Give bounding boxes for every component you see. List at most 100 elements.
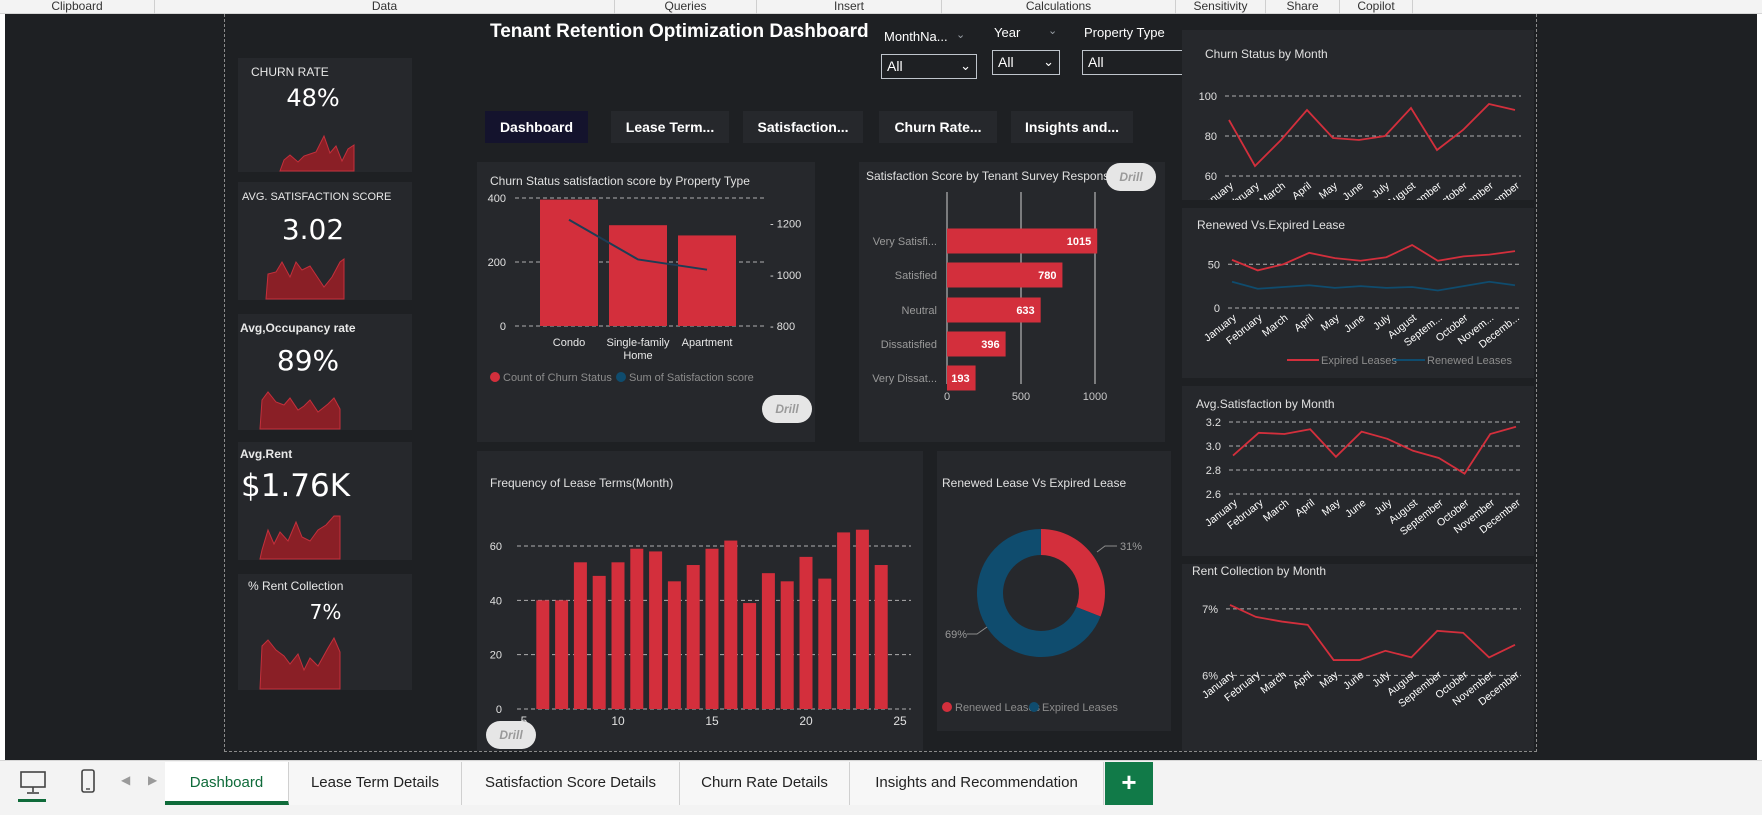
scroll-right-icon[interactable]: ▶ [148, 773, 157, 787]
data-label: 31% [1120, 541, 1142, 553]
sheet-tab-lease-term-details[interactable]: Lease Term Details [289, 762, 462, 805]
slicer-year-chevron-icon[interactable]: ⌄ [1048, 24, 1057, 37]
bar-lease-term [818, 578, 832, 709]
bar-lease-term [555, 600, 569, 709]
legend-label: Count of Churn Status [503, 372, 612, 384]
x-axis-tick-label: 25 [893, 714, 907, 728]
slicer-property-type-label: Property Type [1084, 25, 1165, 40]
data-label: 69% [945, 629, 967, 641]
bar-lease-term [686, 565, 700, 709]
bar-data-label: 780 [1038, 270, 1056, 282]
drill-button[interactable]: Drill [762, 395, 812, 423]
ribbon-group-share[interactable]: Share [1266, 0, 1340, 14]
kpi-card-rent-collection: % Rent Collection 7% [238, 574, 412, 690]
legend-label: Expired Leases [1321, 355, 1397, 367]
y-axis-tick-label: 0 [496, 704, 502, 716]
bar-lease-term [874, 565, 888, 709]
chart-survey-response: 0 500 1000 Very Satisfi... 1015 Satisfied 780 N… [872, 192, 1107, 403]
sheet-tab-satisfaction-score-details[interactable]: Satisfaction Score Details [462, 762, 680, 805]
bar-data-label: 193 [951, 373, 969, 385]
kpi-sparkline [265, 258, 345, 300]
x-axis-tick-label: Single-family [607, 337, 670, 349]
donut-slice-renewed [1041, 529, 1105, 617]
nav-button-lease-term[interactable]: Lease Term... [611, 111, 729, 143]
desktop-view-icon[interactable] [18, 769, 48, 799]
x-axis-tick-label: April [1290, 180, 1314, 200]
dropdown-chevron-icon: ⌄ [1043, 54, 1054, 69]
x-axis-tick-label: 500 [1012, 391, 1030, 403]
bar-data-label: 633 [1016, 305, 1034, 317]
chart-renewed-vs-expired: 500JanuaryFebruaryMarch April May June JulyA… [1202, 243, 1522, 367]
bar-lease-term [667, 581, 681, 709]
sheet-tab-insights-and-recommendation[interactable]: Insights and Recommendation [850, 762, 1104, 805]
bar-lease-term [724, 540, 738, 709]
chart-panel-renewed-vs-expired: Renewed Vs.Expired Lease 50 0 January Febru… [1182, 208, 1534, 378]
y-axis-tick-label: 50 [1208, 259, 1220, 271]
sheet-tab-dashboard[interactable]: Dashboard [165, 762, 289, 805]
ribbon-group-copilot[interactable]: Copilot [1340, 0, 1413, 14]
sheet-tab-churn-rate-details[interactable]: Churn Rate Details [680, 762, 850, 805]
slicer-month-dropdown[interactable]: All ⌄ [881, 54, 977, 79]
bar-churn-count [540, 199, 598, 326]
chart-churn-by-month: 1008060JanuaryFebruaryMarch April May June J… [1199, 91, 1523, 200]
bar-data-label: 1015 [1067, 236, 1091, 248]
kpi-card-avg-satisfaction: AVG. SATISFACTION SCORE 3.02 [238, 182, 412, 300]
bar-lease-term [573, 562, 587, 709]
x-axis-tick-label: June [1342, 312, 1367, 336]
x-axis-tick-label: June [1341, 669, 1366, 693]
desktop-view-underline [18, 799, 46, 802]
nav-button-churn-rate[interactable]: Churn Rate... [879, 111, 997, 143]
bar-lease-term [592, 575, 606, 709]
dropdown-chevron-icon: ⌄ [960, 58, 971, 73]
ribbon-group-labels: Clipboard Data Queries Insert Calculatio… [0, 0, 1762, 14]
scroll-left-icon[interactable]: ◀ [121, 773, 130, 787]
x-axis-tick-label: March [1257, 180, 1288, 200]
mobile-view-icon[interactable] [77, 767, 99, 797]
slicer-month-chevron-icon[interactable]: ⌄ [956, 28, 965, 41]
x-axis-tick-label: Apartment [682, 337, 733, 349]
y-axis-tick-label: 100 [1199, 91, 1217, 103]
nav-button-insights[interactable]: Insights and... [1011, 111, 1133, 143]
data-label-leader [1096, 545, 1117, 553]
bar-lease-term [536, 600, 550, 709]
chart-lease-terms: 6040200510152025 [490, 529, 911, 728]
x-axis-tick-label: Home [623, 350, 652, 362]
x-axis-tick-label: May [1317, 179, 1341, 200]
bar-lease-term [837, 532, 851, 709]
legend-label: Renewed Leases [955, 702, 1041, 714]
y-axis-tick-label: 7% [1202, 604, 1218, 616]
y-axis-tick-label: 3.2 [1206, 417, 1221, 429]
bar-churn-count [678, 235, 736, 326]
bar-lease-term [630, 548, 644, 709]
slicer-year-dropdown[interactable]: All ⌄ [992, 50, 1060, 75]
x-axis-tick-label: 20 [799, 714, 813, 728]
legend-swatch [1029, 702, 1039, 712]
report-page: Tenant Retention Optimization Dashboard … [224, 14, 1537, 752]
drill-button[interactable]: Drill [1106, 163, 1156, 191]
data-label-leader [967, 626, 988, 635]
slicer-month-label: MonthNa... [884, 29, 948, 44]
slicer-year-value: All [998, 54, 1014, 70]
x-axis-tick-label: June [1341, 180, 1366, 200]
kpi-sparkline [279, 134, 355, 172]
ribbon-group-clipboard[interactable]: Clipboard [0, 0, 155, 14]
y-axis-tick-label: 0 [1214, 303, 1220, 315]
x-axis-tick-label: April [1292, 312, 1316, 334]
chart-panel-survey-response: Satisfaction Score by Tenant Survey Resp… [859, 162, 1165, 442]
drill-button[interactable]: Drill [486, 721, 536, 749]
kpi-card-avg-rent: Avg.Rent $1.76K [238, 442, 412, 560]
ribbon-group-insert[interactable]: Insert [757, 0, 942, 14]
ribbon-group-sensitivity[interactable]: Sensitivity [1176, 0, 1266, 14]
y-axis-tick-label: 400 [488, 193, 506, 205]
ribbon-group-calculations[interactable]: Calculations [942, 0, 1176, 14]
y-axis-tick-label: 40 [490, 595, 502, 607]
ribbon-group-data[interactable]: Data [155, 0, 615, 14]
ribbon-group-queries[interactable]: Queries [615, 0, 757, 14]
y-axis-tick-label: 0 [500, 321, 506, 333]
bar-lease-term [855, 529, 869, 709]
nav-button-satisfaction[interactable]: Satisfaction... [743, 111, 863, 143]
add-sheet-button[interactable]: + [1105, 762, 1153, 805]
nav-button-dashboard[interactable]: Dashboard [485, 111, 588, 143]
series-line [1231, 243, 1516, 272]
chart-panel-avg-satisfaction-by-month: Avg.Satisfaction by Month 3.2 3.0 2.8 2.6 Ja… [1182, 386, 1534, 556]
